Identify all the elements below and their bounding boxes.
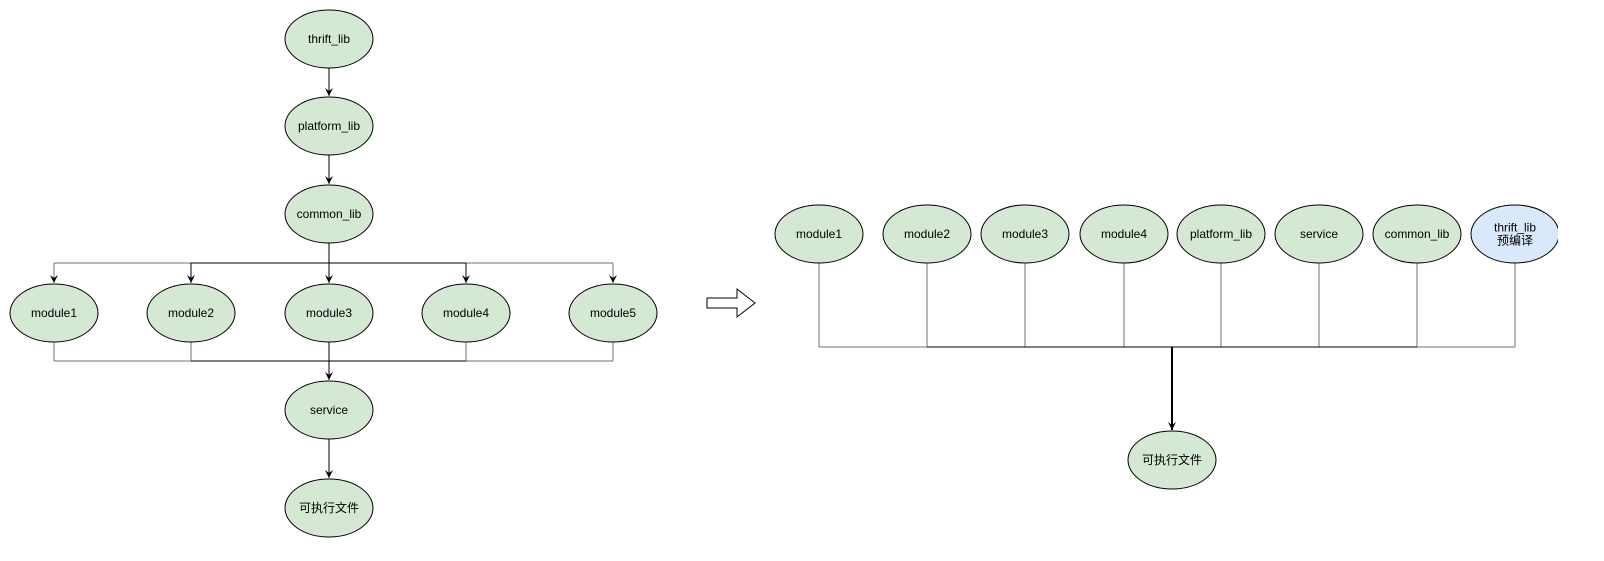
node-label: 预编译 (1497, 233, 1533, 248)
node-label: thrift_lib (308, 32, 350, 46)
node-label: common_lib (1385, 227, 1450, 241)
right-node-service[interactable]: service (1274, 204, 1364, 264)
node-label: common_lib (297, 207, 362, 221)
diagram-canvas: thrift_lib platform_lib common_lib module1 m… (0, 0, 1558, 561)
left-node-module4[interactable]: module4 (421, 283, 511, 343)
right-node-platform-lib[interactable]: platform_lib (1176, 204, 1266, 264)
right-node-module2[interactable]: module2 (882, 204, 972, 264)
left-node-thrift-lib[interactable]: thrift_lib (284, 9, 374, 69)
node-label: module4 (1101, 227, 1147, 241)
transition-arrow-icon (706, 287, 756, 319)
node-label: service (310, 403, 348, 417)
left-node-common-lib[interactable]: common_lib (284, 184, 374, 244)
node-label: module3 (1002, 227, 1048, 241)
right-node-executable[interactable]: 可执行文件 (1127, 430, 1217, 490)
right-node-common-lib[interactable]: common_lib (1372, 204, 1462, 264)
node-label: module3 (306, 306, 352, 320)
build-dependency-diagram: thrift_lib platform_lib common_lib module1 m… (9, 9, 1558, 538)
node-label: platform_lib (298, 119, 360, 133)
left-node-platform-lib[interactable]: platform_lib (284, 96, 374, 156)
node-label: module5 (590, 306, 636, 320)
left-node-module3[interactable]: module3 (284, 283, 374, 343)
node-label: module2 (168, 306, 214, 320)
node-label: 可执行文件 (299, 500, 359, 515)
node-label: 可执行文件 (1142, 452, 1202, 467)
left-node-module5[interactable]: module5 (568, 283, 658, 343)
node-label: module1 (31, 306, 77, 320)
node-label: module1 (796, 227, 842, 241)
node-label: platform_lib (1190, 227, 1252, 241)
node-label: service (1300, 227, 1338, 241)
left-node-service[interactable]: service (284, 380, 374, 440)
right-node-module3[interactable]: module3 (980, 204, 1070, 264)
right-node-module4[interactable]: module4 (1079, 204, 1169, 264)
left-node-module1[interactable]: module1 (9, 283, 99, 343)
left-node-module2[interactable]: module2 (146, 283, 236, 343)
right-node-thrift-lib-precompiled[interactable]: thrift_lib预编译 (1470, 204, 1558, 264)
node-label: module2 (904, 227, 950, 241)
node-label: module4 (443, 306, 489, 320)
left-node-executable[interactable]: 可执行文件 (284, 478, 374, 538)
node-label: thrift_lib (1494, 221, 1536, 235)
right-node-module1[interactable]: module1 (774, 204, 864, 264)
